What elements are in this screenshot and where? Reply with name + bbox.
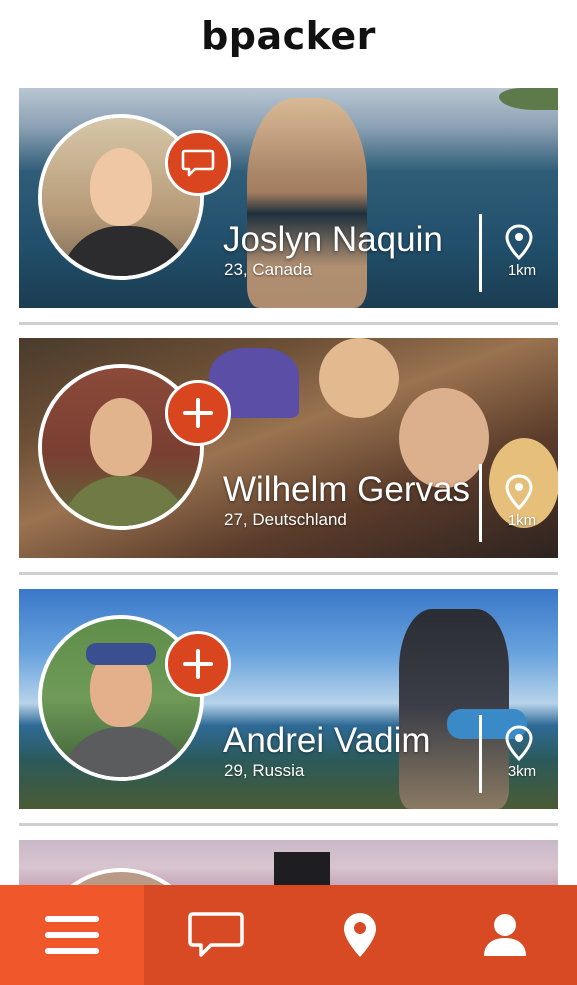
location-pin-icon: [505, 474, 533, 510]
distance-label: 1km: [507, 262, 537, 279]
profile-card[interactable]: Andrei Vadim 29, Russia 3km: [19, 589, 558, 809]
add-friend-button[interactable]: [165, 380, 231, 446]
plus-icon: [183, 398, 213, 428]
card-separator: [19, 823, 558, 826]
app-header: bpacker: [0, 0, 577, 86]
profile-age-country: 23, Canada: [224, 260, 312, 279]
profile-card[interactable]: Joslyn Naquin 23, Canada 1km: [19, 88, 558, 308]
location-pin-icon: [505, 224, 533, 260]
location-pin-icon: [344, 913, 377, 957]
chat-bubble-icon: [188, 912, 244, 957]
hamburger-menu-icon: [45, 916, 99, 954]
profile-card[interactable]: [19, 840, 558, 885]
profile-name: Andrei Vadim: [223, 721, 431, 760]
message-button[interactable]: [165, 130, 231, 196]
app-logo: bpacker: [201, 14, 376, 58]
distance-label: 1km: [507, 512, 537, 529]
distance-label: 3km: [507, 763, 537, 780]
profile-card[interactable]: Wilhelm Gervas 27, Deutschland 1km: [19, 338, 558, 558]
location-pin-icon: [505, 725, 533, 761]
profile-name: Joslyn Naquin: [223, 220, 443, 259]
profile-age-country: 27, Deutschland: [224, 510, 347, 529]
profile-age-country: 29, Russia: [224, 761, 305, 780]
tab-menu[interactable]: [0, 885, 144, 985]
chat-bubble-icon: [181, 149, 215, 177]
card-separator: [19, 322, 558, 325]
bottom-tab-bar: [0, 885, 577, 985]
divider: [479, 464, 482, 542]
divider: [479, 214, 482, 292]
user-profile-icon: [483, 914, 526, 956]
plus-icon: [183, 649, 213, 679]
divider: [479, 715, 482, 793]
tab-messages[interactable]: [144, 885, 288, 985]
card-separator: [19, 572, 558, 575]
profile-name: Wilhelm Gervas: [223, 470, 470, 509]
bandana: [86, 643, 156, 665]
tab-profile[interactable]: [433, 885, 577, 985]
add-friend-button[interactable]: [165, 631, 231, 697]
tab-nearby[interactable]: [288, 885, 432, 985]
